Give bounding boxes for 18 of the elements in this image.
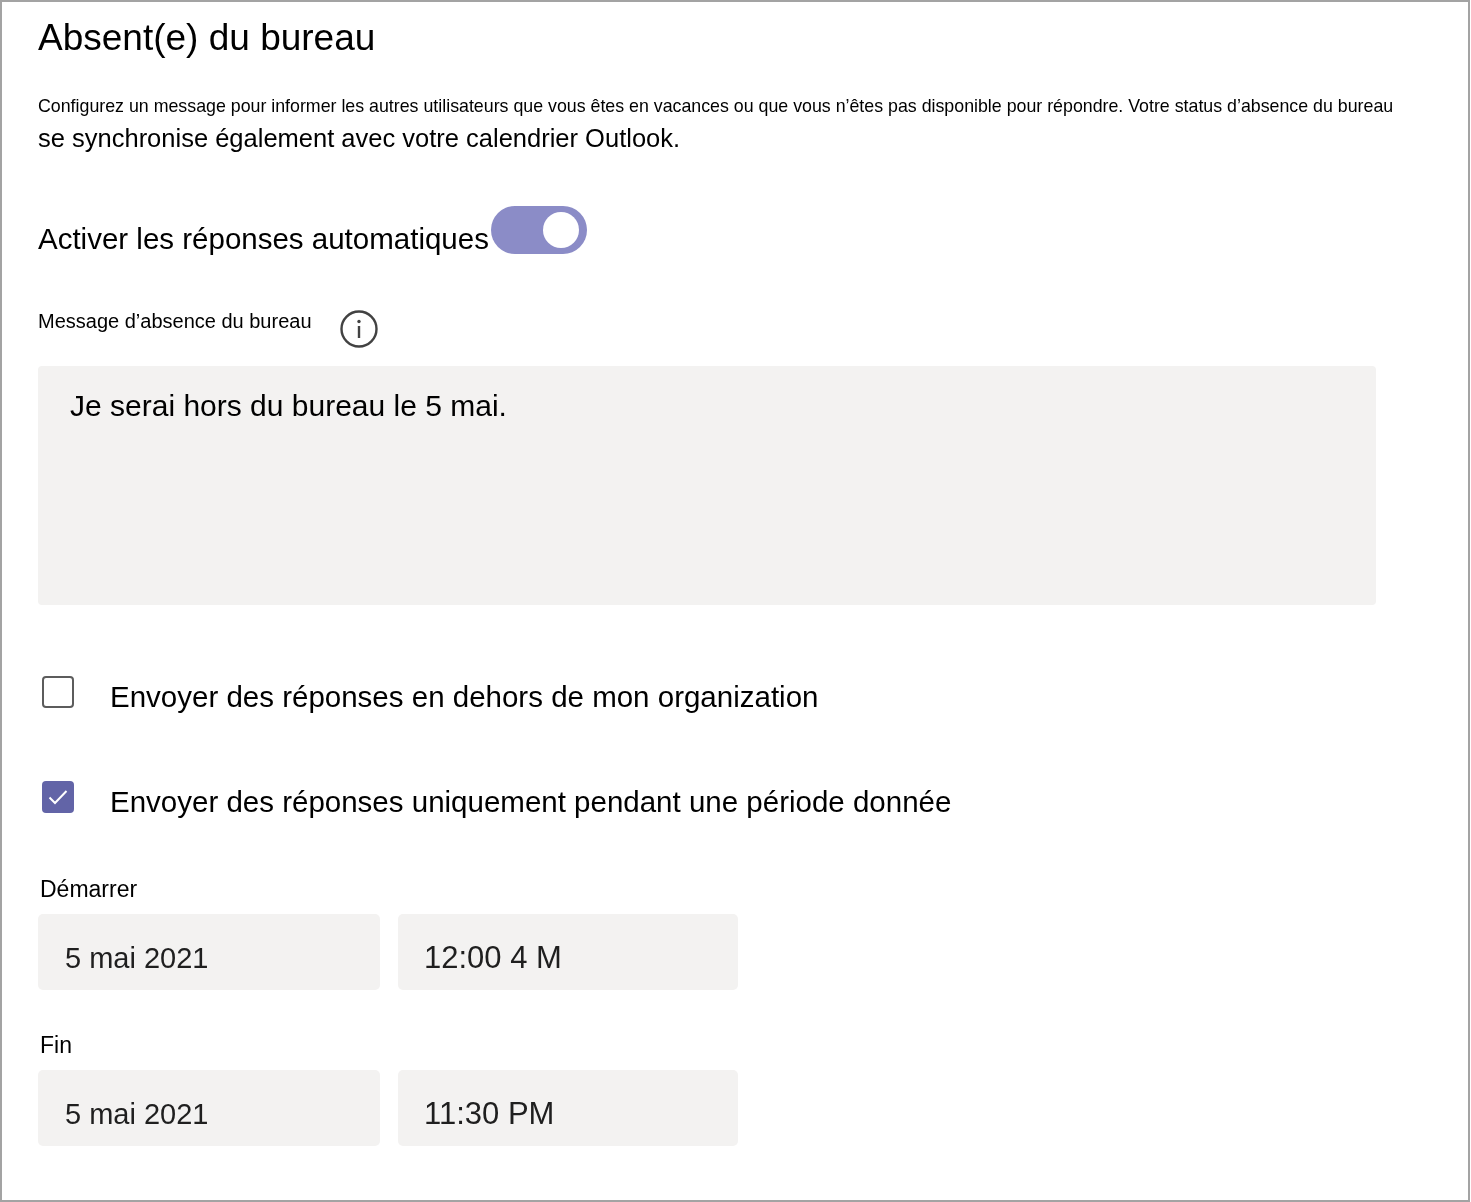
page-title: Absent(e) du bureau <box>38 16 376 60</box>
checkbox[interactable] <box>42 676 74 708</box>
checkbox-label: Envoyer des réponses en dehors de mon organization <box>110 680 819 714</box>
info-icon[interactable] <box>339 310 378 348</box>
field-label: Fin <box>40 1031 72 1059</box>
message-field[interactable]: Je serai hors du bureau le 5 mai. <box>38 366 1376 605</box>
description-text: Configurez un message pour informer les autres utilisateurs que vous êtes en vacances ou que vous n’êtes pas disponible pour répondre. Votre status d’absence du bureau se synchronise également avec votre calendrier Outlook. <box>38 95 1394 154</box>
date-field[interactable]: 5 mai 2021 <box>38 914 380 990</box>
time-field[interactable]: 12:00 4 M <box>398 914 738 990</box>
date-field[interactable]: 5 mai 2021 <box>38 1070 380 1146</box>
field-label: Démarrer <box>40 875 138 903</box>
checkbox-label: Envoyer des réponses uniquement pendant une période donnée <box>110 785 952 819</box>
toggle-switch[interactable] <box>490 206 587 254</box>
checkbox[interactable] <box>42 781 74 813</box>
field-label: Message d’absence du bureau <box>38 310 312 332</box>
checkmark-icon <box>48 789 68 805</box>
toggle-label: Activer les réponses automatiques <box>38 222 489 256</box>
time-field[interactable]: 11:30 PM <box>398 1070 738 1146</box>
